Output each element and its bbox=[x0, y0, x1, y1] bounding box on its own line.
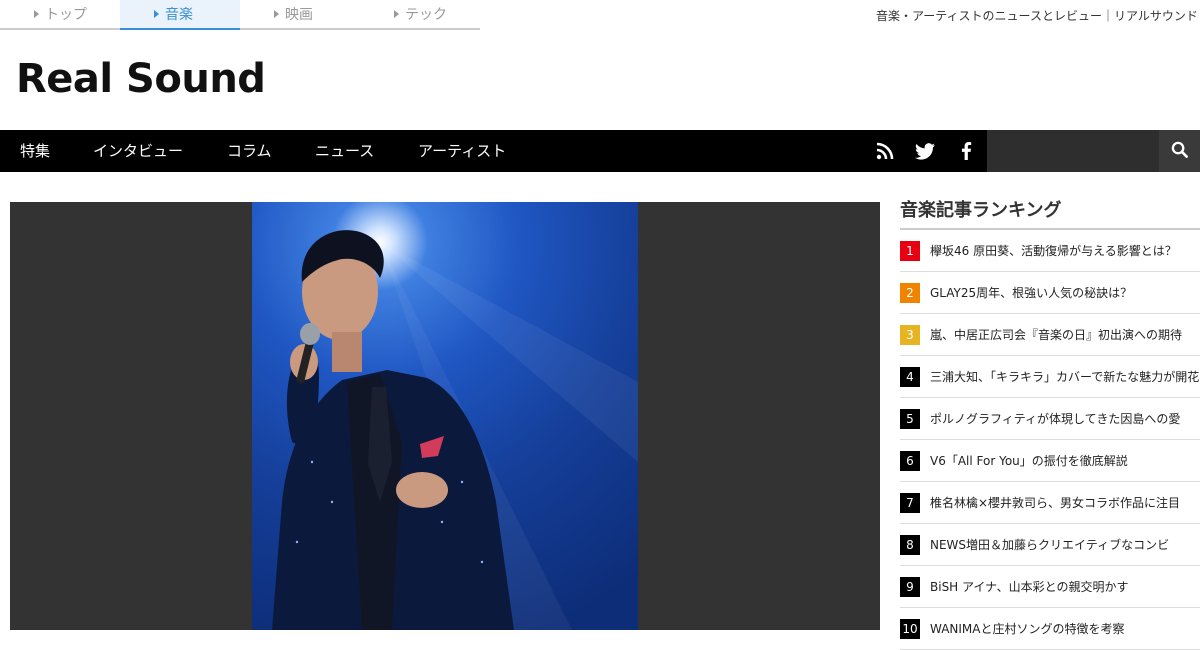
tab-tech[interactable]: テック bbox=[360, 0, 480, 28]
tab-top[interactable]: トップ bbox=[0, 0, 120, 28]
rank-number-badge: 7 bbox=[900, 492, 920, 513]
rank-number-badge: 8 bbox=[900, 534, 920, 555]
ranking-article-link[interactable]: 椎名林檎×櫻井敦司ら、男女コラボ作品に注目 bbox=[930, 494, 1180, 511]
search-input[interactable] bbox=[987, 130, 1159, 172]
rank-number-badge: 5 bbox=[900, 408, 920, 429]
nav-news[interactable]: ニュース bbox=[315, 130, 374, 172]
ranking-article-link[interactable]: V6「All For You」の振付を徹底解説 bbox=[930, 452, 1128, 469]
ranking-item[interactable]: 5 ポルノグラフィティが体現してきた因島への愛 bbox=[900, 398, 1200, 440]
tab-music[interactable]: 音楽 bbox=[120, 0, 240, 30]
ranking-article-link[interactable]: WANIMAと庄村ソングの特徴を考察 bbox=[930, 620, 1125, 637]
rank-number-badge: 4 bbox=[900, 366, 920, 387]
ranking-article-link[interactable]: 嵐、中居正広司会『音楽の日』初出演への期待 bbox=[930, 326, 1182, 343]
ranking-sidebar: 音楽記事ランキング 1 欅坂46 原田葵、活動復帰が与える影響とは？ 2 GLAY25… bbox=[900, 196, 1200, 650]
ranking-item[interactable]: 3 嵐、中居正広司会『音楽の日』初出演への期待 bbox=[900, 314, 1200, 356]
top-bar: トップ 音楽 映画 テック 音楽・アーティストのニュースとレビュー｜リアルサウン… bbox=[0, 0, 1200, 30]
ranking-item[interactable]: 7 椎名林檎×櫻井敦司ら、男女コラボ作品に注目 bbox=[900, 482, 1200, 524]
rank-number-badge: 6 bbox=[900, 450, 920, 471]
nav-features[interactable]: 特集 bbox=[20, 130, 50, 172]
main-nav: 特集 インタビュー コラム ニュース アーティスト bbox=[0, 130, 1200, 172]
tab-label: 映画 bbox=[285, 7, 313, 23]
ranking-list: 1 欅坂46 原田葵、活動復帰が与える影響とは？ 2 GLAY25周年、根強い人気の秘… bbox=[900, 230, 1200, 650]
site-tagline: 音楽・アーティストのニュースとレビュー｜リアルサウンド bbox=[876, 9, 1198, 23]
hero-image-area[interactable] bbox=[10, 202, 880, 630]
hero-photo[interactable] bbox=[252, 202, 638, 630]
triangle-right-icon bbox=[154, 10, 159, 18]
rank-number-badge: 10 bbox=[900, 618, 920, 639]
rank-number-badge: 9 bbox=[900, 576, 920, 597]
triangle-right-icon bbox=[34, 10, 39, 18]
tab-movie[interactable]: 映画 bbox=[240, 0, 360, 28]
ranking-item[interactable]: 9 BiSH アイナ、山本彩との親交明かす bbox=[900, 566, 1200, 608]
performer-illustration bbox=[272, 230, 638, 630]
facebook-icon[interactable] bbox=[951, 130, 981, 172]
rss-icon[interactable] bbox=[870, 130, 900, 172]
ranking-title: 音楽記事ランキング bbox=[900, 196, 1200, 230]
triangle-right-icon bbox=[274, 10, 279, 18]
nav-interview[interactable]: インタビュー bbox=[93, 130, 183, 172]
ranking-item[interactable]: 4 三浦大知、「キラキラ」カバーで新たな魅力が開花 bbox=[900, 356, 1200, 398]
twitter-icon[interactable] bbox=[910, 130, 940, 172]
nav-column[interactable]: コラム bbox=[227, 130, 272, 172]
nav-artist[interactable]: アーティスト bbox=[418, 130, 506, 172]
ranking-item[interactable]: 1 欅坂46 原田葵、活動復帰が与える影響とは？ bbox=[900, 230, 1200, 272]
section-tabs: トップ 音楽 映画 テック bbox=[0, 0, 480, 30]
ranking-item[interactable]: 2 GLAY25周年、根強い人気の秘訣は？ bbox=[900, 272, 1200, 314]
ranking-article-link[interactable]: BiSH アイナ、山本彩との親交明かす bbox=[930, 578, 1128, 595]
ranking-item[interactable]: 6 V6「All For You」の振付を徹底解説 bbox=[900, 440, 1200, 482]
tab-label: テック bbox=[405, 7, 447, 23]
ranking-item[interactable]: 8 NEWS増田＆加藤らクリエイティブなコンビ bbox=[900, 524, 1200, 566]
search-icon bbox=[1171, 141, 1188, 162]
triangle-right-icon bbox=[394, 10, 399, 18]
ranking-article-link[interactable]: 欅坂46 原田葵、活動復帰が与える影響とは？ bbox=[930, 242, 1177, 259]
tab-label: 音楽 bbox=[165, 7, 193, 23]
site-logo[interactable]: Real Sound bbox=[16, 56, 266, 102]
tab-label: トップ bbox=[45, 7, 87, 23]
ranking-article-link[interactable]: ポルノグラフィティが体現してきた因島への愛 bbox=[930, 410, 1180, 427]
rank-number-badge: 2 bbox=[900, 282, 920, 303]
rank-number-badge: 3 bbox=[900, 324, 920, 345]
search-button[interactable] bbox=[1159, 130, 1200, 172]
ranking-item[interactable]: 10 WANIMAと庄村ソングの特徴を考察 bbox=[900, 608, 1200, 650]
ranking-article-link[interactable]: 三浦大知、「キラキラ」カバーで新たな魅力が開花 bbox=[930, 368, 1199, 385]
ranking-article-link[interactable]: NEWS増田＆加藤らクリエイティブなコンビ bbox=[930, 536, 1169, 553]
rank-number-badge: 1 bbox=[900, 240, 920, 261]
ranking-article-link[interactable]: GLAY25周年、根強い人気の秘訣は？ bbox=[930, 284, 1132, 301]
